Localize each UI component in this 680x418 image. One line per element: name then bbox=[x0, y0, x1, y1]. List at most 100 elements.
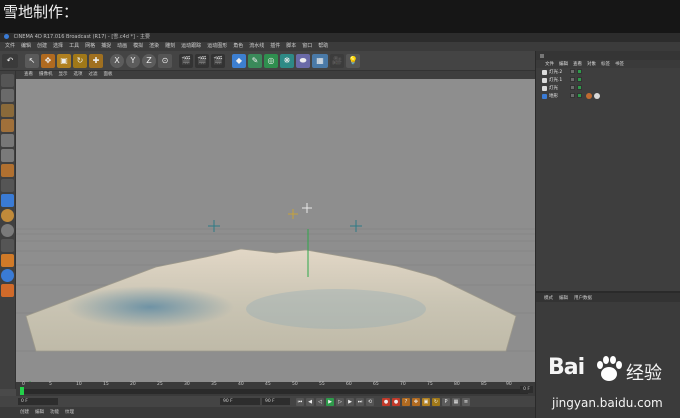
prev-frame-icon[interactable]: ◁ bbox=[316, 397, 324, 406]
coordinate-system-icon[interactable]: ⊙ bbox=[158, 53, 172, 68]
position-key-icon[interactable]: ✥ bbox=[412, 397, 420, 406]
tweak-mode-icon[interactable] bbox=[1, 194, 14, 207]
render-view-icon[interactable]: 🎬 bbox=[179, 53, 193, 68]
menu-snap[interactable]: 捕捉 bbox=[98, 42, 114, 51]
menu-motion-tracking[interactable]: 运动跟踪 bbox=[178, 42, 204, 51]
loop-icon[interactable]: ⟲ bbox=[366, 397, 374, 406]
rotate-icon[interactable]: ↻ bbox=[73, 53, 87, 68]
undo-icon[interactable]: ↶ bbox=[2, 53, 18, 68]
edges-mode-icon[interactable] bbox=[1, 149, 14, 162]
viewport-menu-cameras[interactable]: 摄像机 bbox=[39, 71, 53, 79]
next-key-icon[interactable]: ▶ bbox=[346, 397, 354, 406]
points-mode-icon[interactable] bbox=[1, 134, 14, 147]
go-to-end-icon[interactable]: ⏭ bbox=[356, 397, 364, 406]
menu-tools[interactable]: 工具 bbox=[66, 42, 82, 51]
viewport-solo-icon[interactable] bbox=[1, 269, 14, 282]
om-menu-objects[interactable]: 对象 bbox=[587, 61, 596, 67]
visibility-toggle[interactable] bbox=[570, 69, 575, 74]
scene-floor-icon[interactable]: ▦ bbox=[312, 53, 328, 68]
parameter-key-icon[interactable]: P bbox=[442, 397, 450, 406]
pla-key-icon[interactable]: ▦ bbox=[452, 397, 460, 406]
max-frame-field[interactable]: 90 F bbox=[220, 398, 260, 405]
pen-spline-icon[interactable]: ✎ bbox=[248, 53, 262, 68]
menu-edit[interactable]: 编辑 bbox=[18, 42, 34, 51]
menu-select[interactable]: 选择 bbox=[50, 42, 66, 51]
light-icon[interactable]: 💡 bbox=[346, 53, 360, 68]
om-menu-bookmarks[interactable]: 书签 bbox=[615, 61, 624, 67]
object-row-light-2[interactable]: 灯光.2 bbox=[536, 68, 680, 76]
object-row-landscape[interactable]: 地形 bbox=[536, 92, 680, 100]
menu-help[interactable]: 帮助 bbox=[315, 42, 331, 51]
axis-mode-icon[interactable] bbox=[1, 179, 14, 192]
next-frame-icon[interactable]: ▷ bbox=[336, 397, 344, 406]
render-settings-icon[interactable]: 🎬 bbox=[211, 53, 225, 68]
menu-sculpt[interactable]: 雕刻 bbox=[162, 42, 178, 51]
menu-create[interactable]: 创建 bbox=[34, 42, 50, 51]
x-axis-toggle[interactable]: X bbox=[110, 53, 124, 68]
perspective-viewport[interactable]: 透视视图 bbox=[16, 79, 535, 404]
material-menu-create[interactable]: 创建 bbox=[20, 407, 29, 418]
rotation-key-icon[interactable]: ↻ bbox=[432, 397, 440, 406]
subdivision-icon[interactable]: ◎ bbox=[264, 53, 278, 68]
material-menu-edit[interactable]: 编辑 bbox=[35, 407, 44, 418]
menu-file[interactable]: 文件 bbox=[2, 42, 18, 51]
playhead[interactable] bbox=[20, 387, 24, 395]
keyframe-selection-icon[interactable]: ? bbox=[402, 397, 410, 406]
viewport-menu-options[interactable]: 选项 bbox=[74, 71, 83, 79]
prev-key-icon[interactable]: ◀ bbox=[306, 397, 314, 406]
record-icon[interactable]: ● bbox=[382, 397, 390, 406]
polygons-mode-icon[interactable] bbox=[1, 164, 14, 177]
timeline-menu-icon[interactable]: ≡ bbox=[462, 397, 470, 406]
viewport-menu-filter[interactable]: 过滤 bbox=[89, 71, 98, 79]
viewport-menu-display[interactable]: 显示 bbox=[59, 71, 68, 79]
menu-window[interactable]: 窗口 bbox=[299, 42, 315, 51]
make-editable-icon[interactable] bbox=[1, 74, 14, 87]
y-axis-toggle[interactable]: Y bbox=[126, 53, 140, 68]
live-select-icon[interactable]: ↖ bbox=[25, 53, 39, 68]
visibility-toggle[interactable] bbox=[570, 77, 575, 82]
visibility-toggle[interactable] bbox=[570, 85, 575, 90]
start-frame-field[interactable]: 0 F bbox=[18, 398, 58, 405]
object-row-light-1[interactable]: 灯光.1 bbox=[536, 76, 680, 84]
scale-key-icon[interactable]: ▣ bbox=[422, 397, 430, 406]
am-menu-edit[interactable]: 编辑 bbox=[559, 295, 568, 301]
viewport-menu-panel[interactable]: 面板 bbox=[104, 71, 113, 79]
workplane-icon[interactable] bbox=[1, 119, 14, 132]
am-menu-userdata[interactable]: 用户数据 bbox=[574, 295, 592, 301]
enable-snap-icon[interactable] bbox=[1, 224, 14, 237]
am-menu-mode[interactable]: 模式 bbox=[544, 295, 553, 301]
menu-pipeline[interactable]: 流水线 bbox=[246, 42, 267, 51]
render-to-picture-viewer-icon[interactable]: 🎬 bbox=[195, 53, 209, 68]
enabled-check[interactable] bbox=[577, 69, 582, 74]
model-mode-icon[interactable] bbox=[1, 89, 14, 102]
current-frame-field[interactable]: 0 F bbox=[520, 386, 533, 393]
play-icon[interactable]: ▶ bbox=[326, 397, 334, 406]
snap-icon[interactable] bbox=[1, 209, 14, 222]
material-tag-icon[interactable] bbox=[586, 93, 592, 99]
menu-plugins[interactable]: 插件 bbox=[267, 42, 283, 51]
material-menu-texture[interactable]: 纹理 bbox=[65, 407, 74, 418]
autokey-icon[interactable]: ● bbox=[392, 397, 400, 406]
timeline-track[interactable] bbox=[20, 389, 528, 394]
menu-simulate[interactable]: 模拟 bbox=[130, 42, 146, 51]
z-axis-toggle[interactable]: Z bbox=[142, 53, 156, 68]
enabled-check[interactable] bbox=[577, 93, 582, 98]
move-icon[interactable]: ✥ bbox=[41, 53, 55, 68]
viewport-menu-view[interactable]: 查看 bbox=[24, 71, 33, 79]
visibility-toggle[interactable] bbox=[570, 93, 575, 98]
scale-icon[interactable]: ▣ bbox=[57, 53, 71, 68]
lock-workplane-icon[interactable] bbox=[1, 239, 14, 252]
menu-render[interactable]: 渲染 bbox=[146, 42, 162, 51]
om-menu-tags[interactable]: 标签 bbox=[601, 61, 610, 67]
array-icon[interactable]: ❋ bbox=[280, 53, 294, 68]
timeline[interactable]: 0 5 10 15 20 25 30 35 40 45 50 55 60 65 … bbox=[16, 382, 535, 396]
om-menu-file[interactable]: 文件 bbox=[545, 61, 554, 67]
menu-script[interactable]: 脚本 bbox=[283, 42, 299, 51]
solo-off-icon[interactable] bbox=[1, 284, 14, 297]
cube-icon[interactable]: ◆ bbox=[232, 53, 246, 68]
camera-icon[interactable]: 🎥 bbox=[330, 53, 344, 68]
material-menu-function[interactable]: 功能 bbox=[50, 407, 59, 418]
preview-end-field[interactable]: 90 F bbox=[262, 398, 290, 405]
om-menu-edit[interactable]: 编辑 bbox=[559, 61, 568, 67]
texture-tag-icon[interactable] bbox=[594, 93, 600, 99]
